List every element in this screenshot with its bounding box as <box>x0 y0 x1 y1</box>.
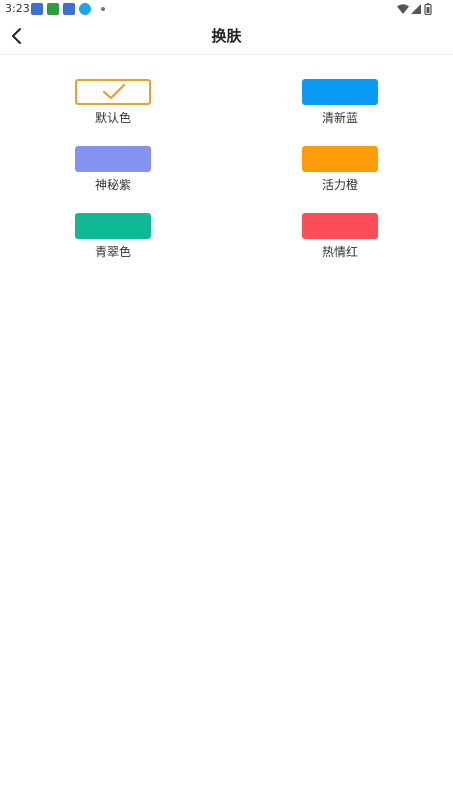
theme-label: 热情红 <box>321 245 358 259</box>
theme-option-blue[interactable]: 清新蓝 <box>290 79 390 129</box>
theme-label: 青翠色 <box>94 245 131 259</box>
color-swatch[interactable] <box>75 79 151 105</box>
page-title: 换肤 <box>211 27 242 45</box>
system-status-icons <box>397 3 432 15</box>
theme-label: 清新蓝 <box>321 111 358 125</box>
app-notification-icon <box>79 3 91 15</box>
color-swatch[interactable] <box>75 146 151 172</box>
theme-option-green[interactable]: 青翠色 <box>63 213 163 263</box>
app-notification-icon <box>47 3 59 15</box>
theme-option-default[interactable]: 默认色 <box>63 79 163 129</box>
app-notification-icon <box>31 3 43 15</box>
theme-option-orange[interactable]: 活力橙 <box>290 146 390 196</box>
wifi-icon <box>397 4 409 14</box>
header: 换肤 <box>0 18 453 55</box>
app-notification-icon <box>63 3 75 15</box>
signal-icon <box>411 4 421 14</box>
theme-option-purple[interactable]: 神秘紫 <box>63 146 163 196</box>
color-swatch[interactable] <box>302 79 378 105</box>
theme-option-red[interactable]: 热情红 <box>290 213 390 263</box>
color-swatch[interactable] <box>302 213 378 239</box>
check-icon <box>103 84 125 100</box>
theme-label: 活力橙 <box>321 178 358 192</box>
status-bar: 3:23 <box>0 0 453 18</box>
more-notifications-icon <box>101 7 105 11</box>
color-swatch[interactable] <box>302 146 378 172</box>
theme-label: 神秘紫 <box>94 178 131 192</box>
color-swatch[interactable] <box>75 213 151 239</box>
status-time: 3:23 <box>5 2 30 15</box>
theme-label: 默认色 <box>94 111 131 125</box>
